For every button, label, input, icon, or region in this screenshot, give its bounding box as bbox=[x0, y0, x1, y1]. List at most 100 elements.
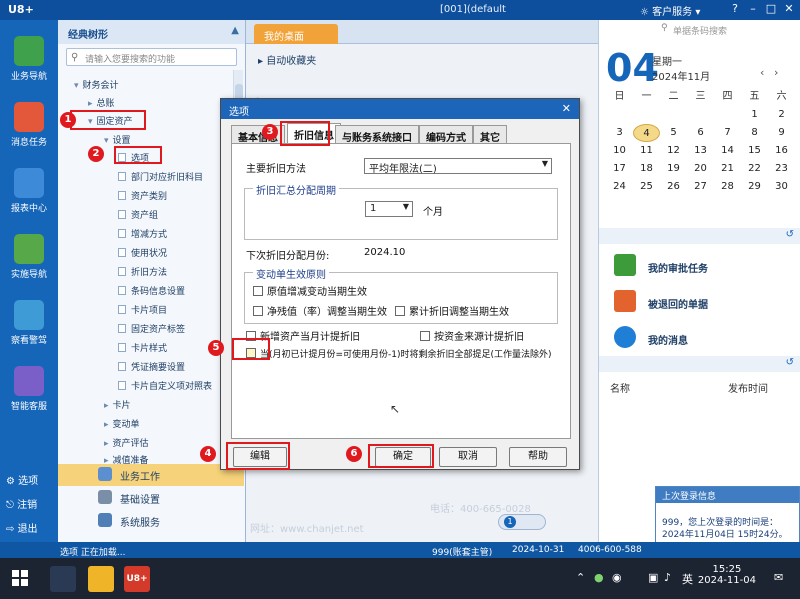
calendar-date[interactable]: 7 bbox=[714, 124, 741, 142]
chk-accum-depr[interactable]: 累计折旧调整当期生效 bbox=[395, 303, 509, 318]
nav-smart-service[interactable]: 智能客服 bbox=[2, 366, 56, 412]
tab-account-interface[interactable]: 与账务系统接口 bbox=[335, 125, 419, 144]
notification-icon[interactable]: ✉ bbox=[774, 571, 783, 584]
tab-coding[interactable]: 编码方式 bbox=[419, 125, 473, 144]
calendar-date[interactable]: 9 bbox=[768, 124, 795, 142]
customer-service-button[interactable]: ☼ 客户服务 ▾ bbox=[640, 3, 700, 18]
calendar-date[interactable]: 23 bbox=[768, 160, 795, 178]
chk-net-salvage[interactable]: 净残值（率）调整当期生效 bbox=[253, 303, 387, 318]
calendar-date[interactable]: 21 bbox=[714, 160, 741, 178]
cancel-button[interactable]: 取消 bbox=[439, 447, 497, 467]
tree-node-asset-label[interactable]: 固定资产标签 bbox=[118, 322, 185, 335]
tree-node-settings[interactable]: ▾ 设置 bbox=[104, 133, 131, 146]
calendar-date[interactable]: 15 bbox=[741, 142, 768, 160]
tab-system-service[interactable]: 系统服务 bbox=[58, 510, 244, 532]
chk-original-value[interactable]: 原值增减变动当期生效 bbox=[253, 283, 367, 298]
tree-node-ledger[interactable]: ▸ 总账 bbox=[88, 96, 115, 109]
calendar-date[interactable]: 25 bbox=[633, 178, 660, 196]
network-icon[interactable]: ▣ bbox=[648, 571, 658, 584]
minimize-icon[interactable]: – bbox=[746, 2, 760, 16]
calendar-date[interactable]: 6 bbox=[687, 124, 714, 142]
help-icon[interactable]: ? bbox=[728, 2, 742, 16]
method-select[interactable]: 平均年限法(二) ▼ bbox=[364, 158, 552, 175]
calendar-date[interactable]: 3 bbox=[606, 124, 633, 142]
tree-node-voucher-summary[interactable]: 凭证摘要设置 bbox=[118, 360, 185, 373]
windows-start-icon[interactable] bbox=[12, 570, 28, 586]
tree-node-asset-group[interactable]: 资产组 bbox=[118, 208, 158, 221]
nav-alerts[interactable]: 察看警驾 bbox=[2, 300, 56, 346]
nav-messages[interactable]: 消息任务 bbox=[2, 102, 56, 148]
calendar-date[interactable]: 17 bbox=[606, 160, 633, 178]
pin-icon[interactable]: ▲ bbox=[231, 25, 239, 36]
calendar-date[interactable]: 14 bbox=[714, 142, 741, 160]
calendar-date[interactable]: 19 bbox=[660, 160, 687, 178]
cycle-select[interactable]: 1 ▼ bbox=[365, 201, 413, 217]
calendar-date[interactable]: 26 bbox=[660, 178, 687, 196]
auto-favorites[interactable]: ▸ 自动收藏夹 bbox=[258, 52, 316, 67]
tree-node-barcode[interactable]: 条码信息设置 bbox=[118, 284, 185, 297]
tab-basic-settings[interactable]: 基础设置 bbox=[58, 487, 244, 509]
calendar-date[interactable]: 13 bbox=[687, 142, 714, 160]
chk-fund-source[interactable]: 按资金来源计提折旧 bbox=[420, 328, 524, 343]
tab-business-work[interactable]: 业务工作 bbox=[58, 464, 244, 486]
tree-node-card[interactable]: ▸ 卡片 bbox=[104, 398, 131, 411]
nav-business[interactable]: 业务导航 bbox=[2, 36, 56, 82]
calendar-date[interactable]: 16 bbox=[768, 142, 795, 160]
page-indicator[interactable]: 1 bbox=[498, 514, 546, 530]
calendar-date[interactable]: 4 bbox=[633, 124, 660, 142]
calendar-date[interactable]: 1 bbox=[741, 106, 768, 124]
calendar-date[interactable]: 5 bbox=[660, 124, 687, 142]
calendar-date[interactable]: 10 bbox=[606, 142, 633, 160]
calendar-date[interactable]: 22 bbox=[741, 160, 768, 178]
tray-chevron-icon[interactable]: ⌃ bbox=[576, 571, 585, 584]
calendar-date[interactable]: 8 bbox=[741, 124, 768, 142]
close-icon[interactable]: ✕ bbox=[782, 2, 796, 16]
tree-node-asset-class[interactable]: 资产类别 bbox=[118, 189, 167, 202]
tree-node-card-custom[interactable]: 卡片自定义项对照表 bbox=[118, 379, 212, 392]
calendar-date[interactable]: 20 bbox=[687, 160, 714, 178]
calendar-date[interactable]: 2 bbox=[768, 106, 795, 124]
calendar-date[interactable]: 11 bbox=[633, 142, 660, 160]
refresh-icon[interactable]: ↺ bbox=[786, 357, 794, 368]
calendar-date[interactable]: 29 bbox=[741, 178, 768, 196]
tree-node-card-style[interactable]: 卡片样式 bbox=[118, 341, 167, 354]
taskbar-app-icon[interactable] bbox=[50, 566, 76, 592]
tree-node-card-item[interactable]: 卡片项目 bbox=[118, 303, 167, 316]
tree-node-depr-method[interactable]: 折旧方法 bbox=[118, 265, 167, 278]
tree-node-change-doc[interactable]: ▸ 变动单 bbox=[104, 417, 140, 430]
nav-reports[interactable]: 报表中心 bbox=[2, 168, 56, 214]
input-language[interactable]: 英 bbox=[682, 571, 693, 587]
tray-app-icon[interactable]: ● bbox=[594, 571, 604, 584]
calendar-date[interactable]: 27 bbox=[687, 178, 714, 196]
next-month-icon[interactable]: › bbox=[774, 66, 778, 79]
maximize-icon[interactable]: □ bbox=[764, 2, 778, 16]
tree-node-change-method[interactable]: 增减方式 bbox=[118, 227, 167, 240]
calendar-date[interactable]: 28 bbox=[714, 178, 741, 196]
volume-icon[interactable]: ♪ bbox=[664, 571, 671, 584]
tree-node-dept-depr[interactable]: 部门对应折旧科目 bbox=[118, 170, 203, 183]
options-button[interactable]: ⚙ 选项 bbox=[6, 472, 38, 487]
nav-implementation[interactable]: 实施导航 bbox=[2, 234, 56, 280]
refresh-icon[interactable]: ↺ bbox=[786, 229, 794, 240]
calendar-date[interactable]: 24 bbox=[606, 178, 633, 196]
file-explorer-icon[interactable] bbox=[88, 566, 114, 592]
tray-app-icon[interactable]: ◉ bbox=[612, 571, 622, 584]
calendar-date[interactable]: 12 bbox=[660, 142, 687, 160]
exit-button[interactable]: ⇨ 退出 bbox=[6, 520, 38, 535]
tree-node-finance[interactable]: ▾ 财务会计 bbox=[74, 78, 119, 91]
calendar-date[interactable]: 30 bbox=[768, 178, 795, 196]
tree-node-usage[interactable]: 使用状况 bbox=[118, 246, 167, 259]
taskbar-clock[interactable]: 15:25 2024-11-04 bbox=[698, 564, 756, 586]
function-search-input[interactable]: ⚲ 请输入您要搜索的功能 bbox=[66, 48, 237, 66]
logout-button[interactable]: ⎋ 注销 bbox=[6, 496, 37, 511]
tree-node-valuation[interactable]: ▸ 资产评估 bbox=[104, 436, 149, 449]
barcode-search-input[interactable]: ⚲ 单据条码搜索 bbox=[657, 22, 797, 38]
tab-my-desktop[interactable]: 我的桌面 bbox=[254, 24, 338, 44]
help-button[interactable]: 帮助 bbox=[509, 447, 567, 467]
calendar-date[interactable]: 18 bbox=[633, 160, 660, 178]
prev-month-icon[interactable]: ‹ bbox=[760, 66, 764, 79]
u8-app-icon[interactable]: U8+ bbox=[124, 566, 150, 592]
close-icon[interactable]: ✕ bbox=[562, 102, 571, 115]
tab-other[interactable]: 其它 bbox=[473, 125, 507, 144]
chk-full-remaining[interactable]: 当(月初已计提月份=可使用月份-1)时将剩余折旧全部提足(工作量法除外) bbox=[246, 347, 552, 360]
